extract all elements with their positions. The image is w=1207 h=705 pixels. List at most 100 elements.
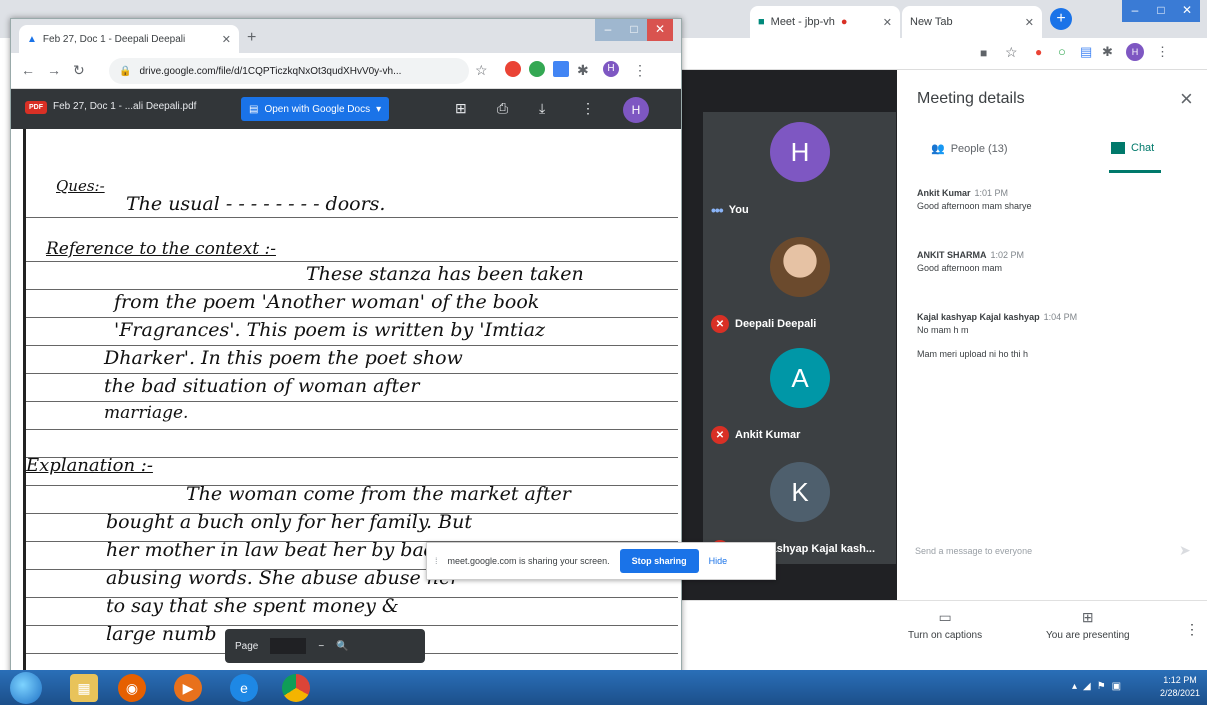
more-menu-icon[interactable]: ⋮ [633, 62, 647, 79]
tab-people[interactable]: 👥 People (13) [931, 142, 1008, 156]
tab-meet-label: Meet - jbp-vh [770, 16, 835, 28]
extension-icon[interactable]: ● [1035, 45, 1042, 59]
mic-off-icon: ✕ [711, 315, 729, 333]
tab-people-label: People (13) [950, 142, 1008, 155]
chat-message: ANKIT SHARMA 1:02 PM Good afternoon mam [917, 250, 1024, 273]
reference-line: Dharker'. In this poem the poet show [104, 347, 463, 369]
question-line: The usual - - - - - - - - doors. [126, 193, 386, 215]
chat-input[interactable]: Send a message to everyone [915, 546, 1185, 556]
zoom-out-icon[interactable]: − [318, 641, 324, 652]
more-menu-icon[interactable]: ⋮ [1156, 44, 1169, 60]
drag-handle-icon[interactable]: ⁞ [435, 556, 438, 566]
presenting-label: You are presenting [1046, 630, 1130, 641]
star-icon[interactable]: ☆ [1005, 44, 1018, 61]
close-icon[interactable]: × [1180, 86, 1193, 112]
meeting-details-panel: Meeting details × 👥 People (13) Chat Ank… [897, 70, 1207, 600]
participant-name: ✕ Ankit Kumar [711, 426, 800, 444]
new-tab-icon[interactable]: + [1050, 8, 1072, 30]
pdf-file-name: Feb 27, Doc 1 - ...ali Deepali.pdf [53, 101, 197, 112]
captions-label: Turn on captions [908, 630, 983, 641]
extension-circle-icon[interactable]: ○ [1058, 44, 1066, 59]
explanation-heading: Explanation :- [26, 455, 153, 476]
maximize-icon[interactable]: □ [621, 19, 647, 41]
minimize-icon[interactable]: ‒ [1122, 0, 1148, 22]
zoom-in-icon[interactable]: 🔍 [336, 641, 348, 652]
close-icon[interactable]: ✕ [883, 16, 892, 29]
reload-icon[interactable]: ↻ [73, 62, 85, 79]
more-options-icon[interactable]: ⋮ [1185, 621, 1199, 638]
new-tab-icon[interactable]: + [247, 29, 256, 47]
participant-name-label: You [728, 204, 749, 216]
minimize-icon[interactable]: ‒ [595, 19, 621, 41]
mic-off-icon: ✕ [711, 426, 729, 444]
share-message: meet.google.com is sharing your screen. [447, 556, 610, 566]
back-icon[interactable]: ← [21, 62, 35, 78]
open-with-docs-button[interactable]: ▤ Open with Google Docs ▾ [241, 97, 390, 121]
star-icon[interactable]: ☆ [475, 62, 488, 79]
profile-avatar[interactable]: H [603, 61, 619, 77]
docs-icon: ▤ [249, 103, 259, 115]
tab-chat[interactable]: Chat [1111, 142, 1154, 154]
message-time: 1:02 PM [990, 250, 1025, 260]
avatar[interactable]: H [623, 97, 649, 123]
address-bar[interactable]: 🔒 drive.google.com/file/d/1CQPTiczkqNxOt… [109, 58, 469, 84]
captions-button[interactable]: ▭ Turn on captions [908, 609, 982, 641]
profile-avatar[interactable]: H [1126, 43, 1144, 61]
open-with-label: Open with Google Docs [264, 103, 371, 115]
recording-dot-icon: ● [840, 16, 848, 28]
close-icon[interactable]: ✕ [222, 33, 231, 46]
meet-favicon-icon: ■ [758, 16, 765, 28]
chrome-icon[interactable] [282, 674, 310, 702]
tab-new-tab[interactable]: New Tab ✕ [902, 6, 1042, 38]
extension-icon[interactable] [505, 61, 521, 77]
hide-button[interactable]: Hide [709, 556, 728, 566]
tab-chat-label: Chat [1131, 142, 1155, 154]
panel-title: Meeting details [917, 90, 1025, 107]
participant-name: ••• You [711, 202, 749, 218]
add-to-drive-icon[interactable]: ⊞ [455, 100, 467, 117]
file-explorer-icon[interactable]: ▦ [70, 674, 98, 702]
firefox-icon[interactable]: ◉ [118, 674, 146, 702]
system-tray[interactable]: ▴◢⚑▣ [1072, 681, 1127, 692]
extension-circle-icon[interactable] [529, 61, 545, 77]
doc-icon[interactable]: ▤ [1080, 44, 1092, 60]
download-icon[interactable]: ⤓ [539, 100, 545, 117]
forward-icon[interactable]: → [47, 62, 61, 78]
explanation-line: bought a buch only for her family. But [106, 511, 472, 533]
camera-icon[interactable]: ■ [980, 46, 987, 60]
explanation-line: to say that she spent money & [106, 595, 399, 617]
drive-tabbar: ▲ Feb 27, Doc 1 - Deepali Deepali ✕ + ‒ … [11, 19, 681, 53]
puzzle-icon[interactable]: ✱ [577, 62, 589, 79]
participant-tile[interactable]: H ••• You [703, 112, 896, 224]
puzzle-icon[interactable]: ✱ [1102, 44, 1113, 60]
stop-sharing-button[interactable]: Stop sharing [619, 549, 699, 573]
maximize-icon[interactable]: □ [1148, 0, 1174, 22]
participant-tile[interactable]: ✕ Deepali Deepali [703, 227, 896, 339]
tab-drive-doc[interactable]: ▲ Feb 27, Doc 1 - Deepali Deepali ✕ [19, 25, 239, 53]
meet-bottom-bar: ▭ Turn on captions ⊞ You are presenting … [680, 600, 1207, 670]
more-menu-icon[interactable]: ⋮ [581, 100, 595, 117]
active-tab-indicator [1109, 170, 1161, 173]
internet-explorer-icon[interactable]: e [230, 674, 258, 702]
close-icon[interactable]: ✕ [1174, 0, 1200, 22]
clock[interactable]: 1:12 PM 2/28/2021 [1160, 674, 1200, 700]
close-icon[interactable]: ✕ [647, 19, 673, 41]
page-number-field[interactable] [270, 638, 307, 654]
message-header: Kajal kashyap Kajal kashyap 1:04 PM [917, 312, 1077, 322]
reference-line: 'Fragrances'. This poem is written by 'I… [114, 319, 546, 341]
doc-icon[interactable] [553, 61, 569, 77]
presenting-button[interactable]: ⊞ You are presenting [1046, 609, 1130, 641]
close-icon[interactable]: ✕ [1025, 16, 1034, 29]
window-controls: ‒ □ ✕ [595, 19, 673, 41]
start-button[interactable] [10, 672, 42, 704]
participant-tile[interactable]: A ✕ Ankit Kumar [703, 338, 896, 450]
participant-grid: H ••• You ✕ Deepali Deepali A ✕ Ankit Ku… [703, 112, 896, 564]
chevron-down-icon: ▾ [376, 103, 382, 115]
media-player-icon[interactable]: ▶ [174, 674, 202, 702]
window-controls: ‒ □ ✕ [1122, 0, 1200, 22]
print-icon[interactable]: ⎙ [497, 100, 508, 117]
message-time: 1:04 PM [1043, 312, 1078, 322]
reference-line: the bad situation of woman after [104, 375, 420, 397]
send-icon[interactable]: ➤ [1179, 542, 1191, 559]
tab-meet[interactable]: ■ Meet - jbp-vh ● ✕ [750, 6, 900, 38]
